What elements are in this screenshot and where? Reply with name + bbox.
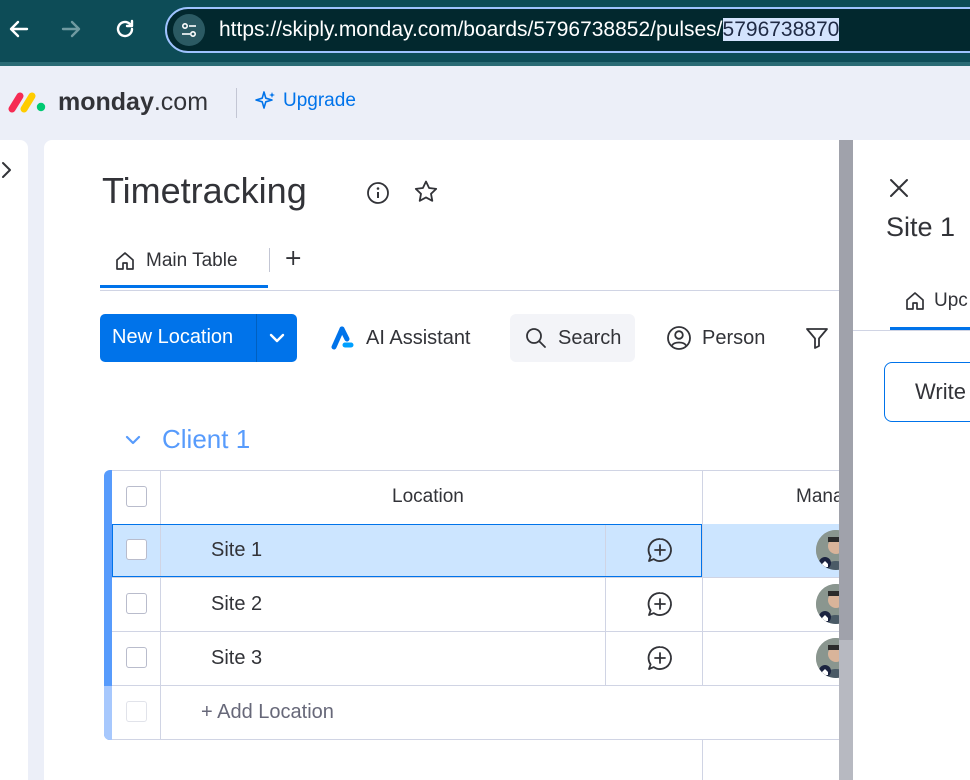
arrow-left-icon [9,20,29,38]
search-icon [526,328,546,348]
chevron-down-icon[interactable] [263,328,291,348]
reload-button[interactable] [110,14,140,44]
column-divider [702,578,703,631]
tab-label: Upc [934,290,968,311]
table-header-row: Location Mana [112,470,844,525]
home-icon [906,292,924,310]
view-tabs: Main Table + [100,236,844,291]
column-divider [605,524,606,577]
item-name[interactable]: Site 2 [211,593,262,616]
tab-separator [269,248,270,272]
site-settings-button[interactable] [173,14,205,46]
group-table: Location Mana Site 1 Site 2 Site 3 + Add… [104,470,844,740]
search-label: Search [558,326,622,349]
row-checkbox[interactable] [126,593,147,614]
tab-main-table[interactable]: Main Table [100,236,268,288]
column-divider [160,471,161,524]
ai-assistant-label: AI Assistant [366,326,471,349]
person-filter-button[interactable]: Person [666,314,765,362]
tab-label: Main Table [146,249,238,271]
group-header[interactable]: Client 1 [122,424,250,455]
upgrade-button[interactable]: Upgrade [255,90,356,112]
sparkle-icon [255,91,275,109]
column-divider [702,471,703,524]
logo-bold: monday [58,88,154,116]
home-icon [116,251,134,270]
row-checkbox[interactable] [126,647,147,668]
table-row[interactable]: Site 1 [112,524,844,578]
write-update-input[interactable]: Write [884,362,970,422]
url-text[interactable]: https://skiply.monday.com/boards/5796738… [219,18,840,42]
new-location-label: New Location [112,326,234,348]
header-divider [236,88,237,118]
tune-icon [181,22,197,38]
write-placeholder: Write [915,379,966,404]
row-checkbox[interactable] [126,539,147,560]
select-all-checkbox[interactable] [126,486,147,507]
upgrade-label: Upgrade [283,90,356,111]
column-divider [702,524,703,577]
left-nav-collapsed [0,140,28,780]
item-title[interactable]: Site 1 [886,212,955,243]
star-icon[interactable] [413,179,439,205]
group-color-bar-footer [104,686,112,740]
ai-assistant-button[interactable]: AI Assistant [330,314,471,362]
address-bar[interactable]: https://skiply.monday.com/boards/5796738… [165,7,970,53]
column-divider-extension [702,740,703,780]
search-button[interactable]: Search [510,314,636,362]
add-item-row[interactable]: + Add Location [112,686,844,740]
person-icon [667,326,691,350]
column-header-location[interactable]: Location [392,486,464,508]
board-title[interactable]: Timetracking [102,170,307,212]
column-divider [605,578,606,631]
board-toolbar: New Location AI Assistant Search Person [100,314,844,362]
table-row[interactable]: Site 2 [112,578,844,632]
arrow-right-icon [61,20,81,38]
column-divider [160,578,161,631]
button-split [256,314,257,362]
add-update-icon[interactable] [646,536,674,564]
table-row[interactable]: Site 3 [112,632,844,686]
item-side-panel: Site 1 Upc Write [853,140,970,780]
column-header-manager[interactable]: Mana [796,486,844,508]
row-checkbox-disabled [126,701,147,722]
browser-toolbar: https://skiply.monday.com/boards/5796738… [0,0,970,62]
add-location-input[interactable]: + Add Location [201,701,334,724]
person-label: Person [702,326,766,349]
add-view-button[interactable]: + [284,246,302,271]
group-title[interactable]: Client 1 [162,424,250,455]
ai-assistant-icon [331,326,354,350]
info-icon[interactable] [366,181,390,205]
monday-logo-icon [8,92,46,113]
close-icon[interactable] [887,176,911,200]
item-name[interactable]: Site 3 [211,647,262,670]
chevron-down-icon[interactable] [122,429,144,451]
column-divider [160,524,161,577]
column-divider [702,632,703,685]
reload-icon [116,19,134,38]
column-divider [605,632,606,685]
monday-logo-text[interactable]: monday.com [58,88,208,117]
filter-icon [806,328,828,349]
add-update-icon[interactable] [646,644,674,672]
app-header: monday.com Upgrade [0,66,970,140]
forward-button[interactable] [56,14,86,44]
expand-nav-icon[interactable] [0,158,14,182]
back-button[interactable] [4,14,34,44]
column-divider [160,686,161,739]
add-update-icon[interactable] [646,590,674,618]
board-panel: Timetracking Main Table + New Location A… [44,140,844,780]
panel-scrollbar-thumb[interactable] [839,140,853,640]
filter-button[interactable] [804,314,830,362]
new-location-button[interactable]: New Location [100,314,297,362]
tab-updates[interactable]: Upc [890,272,970,330]
logo-suffix: .com [153,88,209,116]
tabs-divider [853,330,970,331]
item-name[interactable]: Site 1 [211,539,262,562]
url-selected-part: 5796738870 [722,18,840,41]
url-prefix: https://skiply.monday.com/boards/5796738… [219,18,723,41]
column-divider [160,632,161,685]
